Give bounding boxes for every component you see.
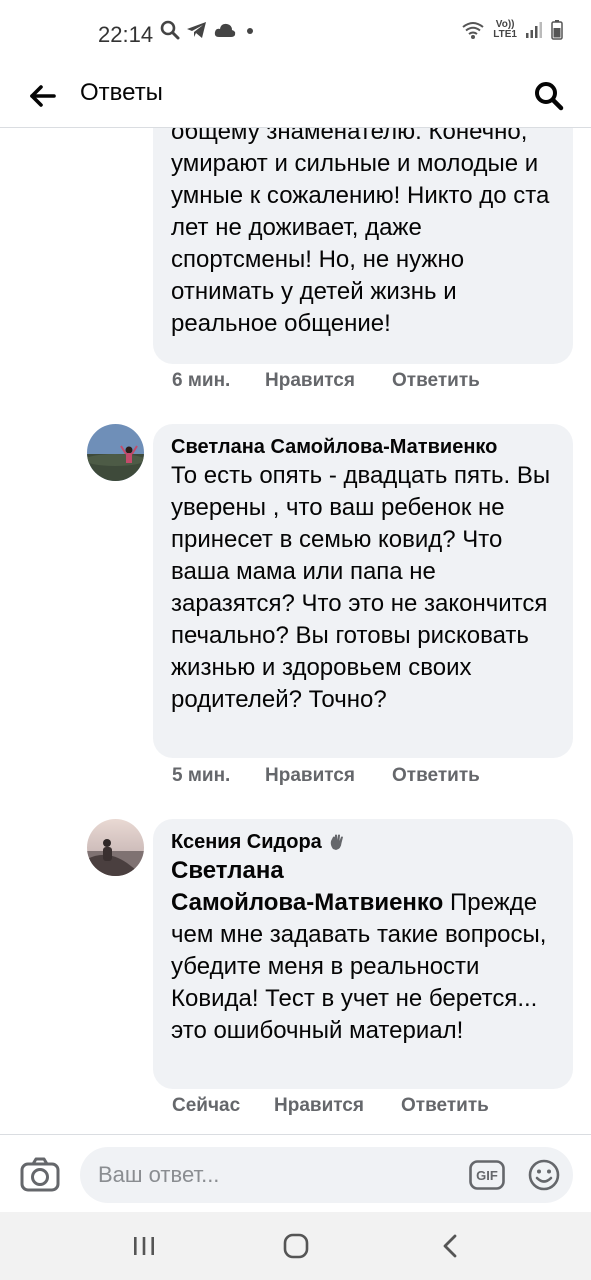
search-button[interactable] <box>529 76 569 116</box>
camera-icon <box>20 1157 60 1192</box>
dot-icon <box>247 28 253 34</box>
comment-bubble: Светлана Самойлова-Матвиенко То есть опя… <box>153 424 573 758</box>
reply-composer: GIF <box>0 1134 591 1212</box>
comment-text: То есть опять - двадцать пять. Вы уверен… <box>171 462 551 713</box>
like-button[interactable]: Нравится <box>265 765 392 787</box>
comment-actions: 6 мин. Нравится Ответить <box>172 370 480 392</box>
back-chevron-icon <box>443 1234 457 1258</box>
like-button[interactable]: Нравится <box>274 1095 401 1117</box>
comment-time: 5 мин. <box>172 765 231 786</box>
volte-lte-icon: Vo)) LTE1 <box>493 20 517 40</box>
comment-author[interactable]: Светлана Самойлова-Матвиенко <box>171 434 555 460</box>
screen: 22:14 Vo)) LTE1 Ответы общему знаменател… <box>0 0 591 1280</box>
battery-icon <box>551 20 563 40</box>
gif-icon: GIF <box>469 1160 505 1190</box>
reply-input-container[interactable]: GIF <box>80 1147 573 1203</box>
comment-time: 6 мин. <box>172 370 231 391</box>
lte-label: LTE1 <box>493 29 517 40</box>
comment-author-row: Ксения Сидора <box>171 829 555 855</box>
recent-apps-button[interactable] <box>124 1230 164 1262</box>
comment-text: Прежде <box>443 889 538 916</box>
gif-button[interactable]: GIF <box>469 1160 505 1190</box>
avatar[interactable] <box>87 424 144 481</box>
search-icon <box>160 20 180 40</box>
comment-author[interactable]: Ксения Сидора <box>171 829 322 855</box>
waving-hand-icon <box>330 834 343 850</box>
comment-actions: 5 мин. Нравится Ответить <box>172 765 480 787</box>
mention-link[interactable]: Самойлова-Матвиенко <box>171 889 443 916</box>
comment-text: общему знаменателю. Конечно, умирают и с… <box>171 128 550 337</box>
back-arrow-icon <box>30 85 56 107</box>
comment-thread: общему знаменателю. Конечно, умирают и с… <box>0 128 591 1134</box>
avatar-image <box>87 819 144 876</box>
search-icon <box>535 82 564 111</box>
telegram-icon <box>187 22 206 38</box>
avatar[interactable] <box>87 819 144 876</box>
emoji-button[interactable] <box>528 1159 560 1191</box>
smiley-icon <box>528 1159 560 1191</box>
signal-icon <box>526 22 542 38</box>
comment-time: Сейчас <box>172 1095 241 1116</box>
svg-text:GIF: GIF <box>476 1168 498 1183</box>
like-button[interactable]: Нравится <box>265 370 392 392</box>
mention-line: Самойлова-Матвиенко Прежде <box>171 887 563 919</box>
reply-button[interactable]: Ответить <box>392 370 480 392</box>
status-bar: 22:14 Vo)) LTE1 <box>0 0 591 64</box>
status-system-icons: Vo)) LTE1 <box>461 20 563 40</box>
comment-actions: Сейчас Нравится Ответить <box>172 1095 489 1117</box>
system-nav-bar <box>0 1212 591 1280</box>
comment-text: чем мне задавать такие вопросы, убедите … <box>171 921 547 1044</box>
avatar-image <box>87 424 144 481</box>
back-nav-button[interactable] <box>430 1230 470 1262</box>
recent-apps-icon <box>134 1237 154 1255</box>
app-header: Ответы <box>0 64 591 128</box>
comment-bubble: общему знаменателю. Конечно, умирают и с… <box>153 128 573 364</box>
page-title: Ответы <box>80 79 163 106</box>
wifi-icon <box>462 22 484 39</box>
reply-input[interactable] <box>98 1157 458 1193</box>
home-icon <box>283 1233 309 1259</box>
comment-bubble: Ксения Сидора Светлана Самойлова-Матвиен… <box>153 819 573 1089</box>
status-time: 22:14 <box>98 22 154 47</box>
reply-button[interactable]: Ответить <box>401 1095 489 1117</box>
back-button[interactable] <box>24 78 60 114</box>
status-notification-icons <box>160 20 258 40</box>
comment-body: Светлана Самойлова-Матвиенко Прежде чем … <box>171 855 563 1047</box>
reply-button[interactable]: Ответить <box>392 765 480 787</box>
mention-link[interactable]: Светлана <box>171 855 563 887</box>
cloud-icon <box>214 23 236 37</box>
home-button[interactable] <box>276 1230 316 1262</box>
camera-button[interactable] <box>20 1157 60 1193</box>
